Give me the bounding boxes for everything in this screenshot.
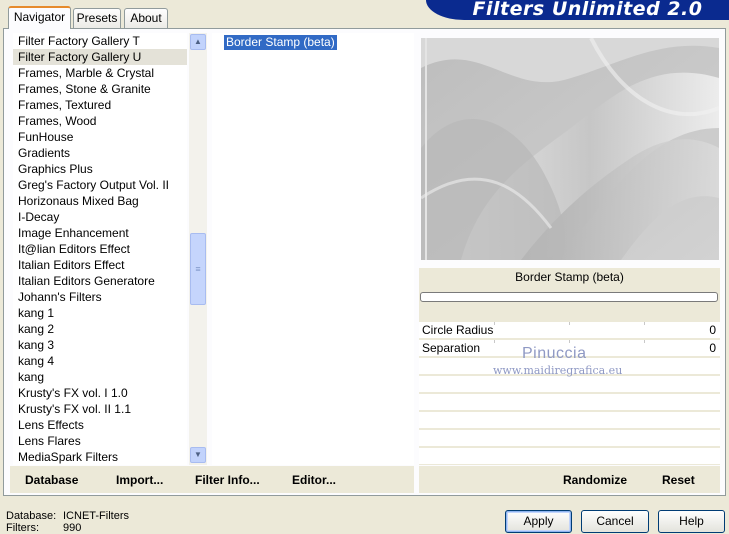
status-database-value: ICNET-Filters bbox=[63, 510, 129, 522]
editor-button[interactable]: Editor... bbox=[292, 473, 336, 487]
scroll-down-button[interactable]: ▼ bbox=[190, 447, 206, 463]
param-label: Circle Radius bbox=[422, 323, 494, 337]
param-slot-empty bbox=[419, 430, 720, 447]
filter-list-item[interactable]: It@lian Editors Effect bbox=[13, 241, 187, 257]
param-value: 0 bbox=[709, 341, 716, 355]
filter-list-item[interactable]: Johann's Filters bbox=[13, 289, 187, 305]
tab-about[interactable]: About bbox=[124, 8, 168, 28]
param-slot-empty bbox=[419, 448, 720, 465]
filter-category-list[interactable]: Filter Factory Gallery T Filter Factory G… bbox=[13, 33, 187, 465]
import-button[interactable]: Import... bbox=[116, 473, 163, 487]
scroll-up-button[interactable]: ▲ bbox=[190, 34, 206, 50]
help-button[interactable]: Help bbox=[658, 510, 725, 533]
filter-list-item[interactable]: Image Enhancement bbox=[13, 225, 187, 241]
status-filters-value: 990 bbox=[63, 522, 82, 534]
filter-list-item[interactable]: Frames, Stone & Granite bbox=[13, 81, 187, 97]
filter-list-item[interactable]: Graphics Plus bbox=[13, 161, 187, 177]
filter-list-item[interactable]: Lens Flares bbox=[13, 433, 187, 449]
param-slot-empty bbox=[419, 412, 720, 429]
scroll-thumb[interactable]: ≡ bbox=[190, 233, 206, 305]
filter-list-item[interactable]: Lens Effects bbox=[13, 417, 187, 433]
effect-item-selected[interactable]: Border Stamp (beta) bbox=[224, 35, 337, 50]
filter-list-item[interactable]: kang bbox=[13, 369, 187, 385]
status-filters-label: Filters: bbox=[6, 522, 39, 534]
tab-navigator[interactable]: Navigator bbox=[8, 6, 71, 29]
filter-list-item[interactable]: Horizonaus Mixed Bag bbox=[13, 193, 187, 209]
filter-list-item[interactable]: I-Decay bbox=[13, 209, 187, 225]
filter-list-item[interactable]: Greg's Factory Output Vol. II bbox=[13, 177, 187, 193]
filter-list-item[interactable]: kang 3 bbox=[13, 337, 187, 353]
reset-button[interactable]: Reset bbox=[662, 473, 695, 487]
filter-list-item[interactable]: Frames, Marble & Crystal bbox=[13, 65, 187, 81]
database-button[interactable]: Database bbox=[25, 473, 78, 487]
param-slot-empty bbox=[419, 376, 720, 393]
right-button-bar: Randomize Reset bbox=[419, 466, 720, 493]
filter-list-item[interactable]: kang 1 bbox=[13, 305, 187, 321]
filter-list-item[interactable]: Italian Editors Effect bbox=[13, 257, 187, 273]
param-circle-radius[interactable]: Circle Radius 0 bbox=[419, 322, 720, 339]
effect-list[interactable]: Border Stamp (beta) bbox=[212, 33, 414, 465]
progress-bar bbox=[420, 292, 718, 302]
filter-list-item[interactable]: Krusty's FX vol. II 1.1 bbox=[13, 401, 187, 417]
filter-list-item[interactable]: FunHouse bbox=[13, 129, 187, 145]
status-database-label: Database: bbox=[6, 510, 57, 522]
cancel-button[interactable]: Cancel bbox=[581, 510, 649, 533]
randomize-button[interactable]: Randomize bbox=[563, 473, 627, 487]
filter-list-item[interactable]: Frames, Wood bbox=[13, 113, 187, 129]
watermark-url: www.maidiregrafica.eu bbox=[493, 364, 623, 377]
filter-list-item[interactable]: Filter Factory Gallery U bbox=[13, 49, 187, 65]
filter-list-item[interactable]: Gradients bbox=[13, 145, 187, 161]
filter-list-item[interactable]: Italian Editors Generatore bbox=[13, 273, 187, 289]
param-label: Separation bbox=[422, 341, 481, 355]
apply-button[interactable]: Apply bbox=[505, 510, 572, 533]
watermark-name: Pinuccia bbox=[522, 345, 587, 362]
filter-list-item[interactable]: Filter Factory Gallery T bbox=[13, 33, 187, 49]
left-button-bar: Database Import... Filter Info... Editor… bbox=[10, 466, 414, 493]
filter-list-item[interactable]: kang 4 bbox=[13, 353, 187, 369]
param-value: 0 bbox=[709, 323, 716, 337]
filter-list-item[interactable]: MediaSpark Filters bbox=[13, 449, 187, 465]
preview-image bbox=[421, 38, 719, 260]
filter-info-button[interactable]: Filter Info... bbox=[195, 473, 260, 487]
filter-list-item[interactable]: Frames, Textured bbox=[13, 97, 187, 113]
param-slot-empty bbox=[419, 394, 720, 411]
tab-presets[interactable]: Presets bbox=[73, 8, 121, 28]
filter-list-item[interactable]: kang 2 bbox=[13, 321, 187, 337]
filter-list-scrollbar[interactable]: ▲ ≡ ▼ bbox=[189, 33, 207, 465]
app-logo: Filters Unlimited 2.0 bbox=[426, 0, 729, 20]
filter-list-item[interactable]: Krusty's FX vol. I 1.0 bbox=[13, 385, 187, 401]
effect-title: Border Stamp (beta) bbox=[515, 270, 624, 284]
